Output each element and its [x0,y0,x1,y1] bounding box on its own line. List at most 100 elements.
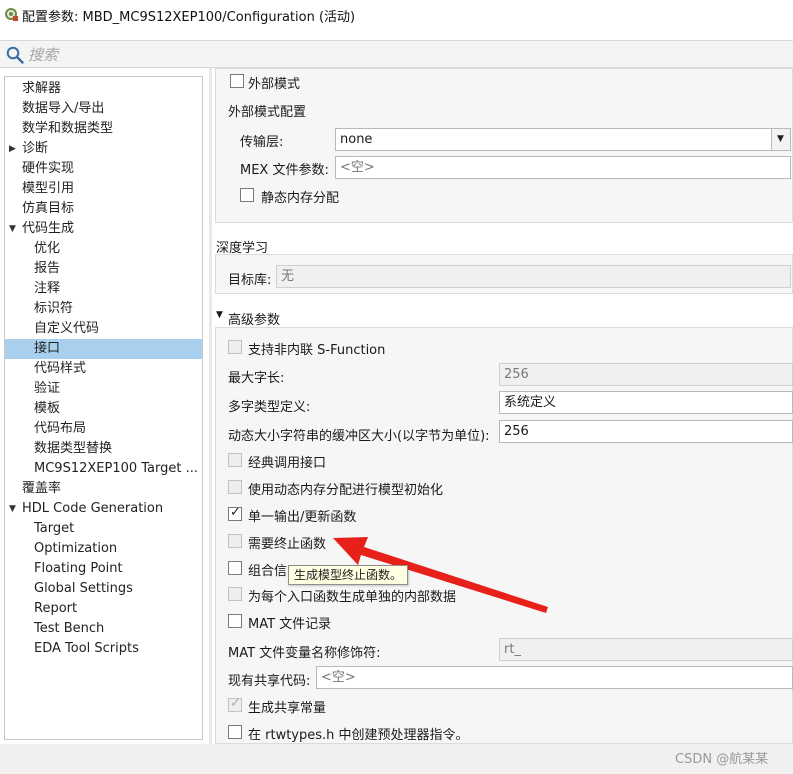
combine-signal-label: 组合信 [248,564,288,579]
mex-args-input[interactable] [335,156,791,179]
tree-item-hdl-optimization[interactable]: Optimization [5,539,202,559]
tree-item-hdl-report[interactable]: Report [5,599,202,619]
transport-dropdown-button[interactable]: ▼ [771,128,791,151]
dynamic-mem-init-label: 使用动态内存分配进行模型初始化 [248,483,444,498]
tree-item-label: 注释 [34,281,61,296]
category-tree: 求解器 数据导入/导出 数学和数据类型 ▶ 诊断 硬件实现 模型引用 仿真目标 ▼… [4,76,203,740]
classic-call-interface-checkbox[interactable] [228,453,242,467]
tooltip: 生成模型终止函数。 [288,565,409,585]
tree-item-custom-code[interactable]: 自定义代码 [5,319,202,339]
tree-item-code-generation[interactable]: ▼ 代码生成 [5,219,202,239]
tree-item-diagnostics[interactable]: ▶ 诊断 [5,139,202,159]
tree-item-label: Global Settings [34,581,133,596]
combine-signal-checkbox[interactable] [228,561,242,575]
multiword-typedef-select[interactable]: 系统定义 [499,391,793,414]
tree-item-label: 模型引用 [22,181,75,196]
tree-item-test-bench[interactable]: Test Bench [5,619,202,639]
tree-item-label: 代码样式 [34,361,87,376]
target-library-select[interactable]: 无 [276,265,791,288]
tree-item-label: Floating Point [34,561,123,576]
gen-shared-constants-label: 生成共享常量 [248,701,327,716]
tree-item-label: 诊断 [22,141,49,156]
tree-item-label: 覆盖率 [22,481,62,496]
mat-file-logging-label: MAT 文件记录 [248,617,332,632]
tree-item-sim-target[interactable]: 仿真目标 [5,199,202,219]
support-noninlined-label: 支持非内联 S-Function [248,343,386,358]
tree-item-label: 验证 [34,381,61,396]
tree-item-label: Report [34,601,78,616]
collapse-arrow-icon[interactable]: ▼ [9,219,16,239]
expand-arrow-icon[interactable]: ▶ [9,139,16,159]
separate-internal-data-checkbox[interactable] [228,587,242,601]
tree-item-interface[interactable]: 接口 [5,339,202,359]
rtwtypes-preprocessor-checkbox[interactable] [228,725,242,739]
max-word-length-field[interactable]: 256 [499,363,793,386]
terminate-function-checkbox[interactable] [228,534,242,548]
tree-item-templates[interactable]: 模板 [5,399,202,419]
single-output-update-label: 单一输出/更新函数 [248,510,357,525]
tree-item-label: 报告 [34,261,61,276]
search-input[interactable] [28,44,768,66]
tree-item-label: 代码布局 [34,421,87,436]
tree-item-label: 仿真目标 [22,201,75,216]
support-noninlined-checkbox[interactable] [228,340,242,354]
single-output-update-checkbox[interactable]: ✓ [228,505,242,521]
tree-item-label: HDL Code Generation [22,501,164,516]
collapse-arrow-icon[interactable]: ▼ [9,499,16,519]
rtwtypes-preprocessor-label: 在 rtwtypes.h 中创建预处理器指令。 [248,728,469,743]
tree-item-comments[interactable]: 注释 [5,279,202,299]
static-mem-alloc-checkbox[interactable] [240,188,254,202]
tree-item-label: 自定义代码 [34,321,100,336]
tree-item-hardware[interactable]: 硬件实现 [5,159,202,179]
terminate-function-label: 需要终止函数 [248,537,327,552]
tree-item-label: EDA Tool Scripts [34,641,139,656]
dynamic-mem-init-checkbox[interactable] [228,480,242,494]
dynamic-buffer-field[interactable]: 256 [499,420,793,443]
tree-item-identifiers[interactable]: 标识符 [5,299,202,319]
tree-item-code-style[interactable]: 代码样式 [5,359,202,379]
tree-item-label: Test Bench [34,621,105,636]
tree-item-report[interactable]: 报告 [5,259,202,279]
gen-shared-constants-checkbox[interactable]: ✓ [228,696,242,712]
advanced-params-title[interactable]: 高级参数 [228,309,280,328]
tree-item-data-import-export[interactable]: 数据导入/导出 [5,99,202,119]
tree-item-label: Target [34,521,75,536]
tree-item-label: 代码生成 [22,221,75,236]
classic-call-interface-label: 经典调用接口 [248,456,327,471]
tree-item-hdl-target[interactable]: Target [5,519,202,539]
tree-item-label: 数据类型替换 [34,441,113,456]
chevron-down-icon: ▼ [777,134,784,144]
panel-splitter[interactable] [209,68,212,744]
tree-item-code-placement[interactable]: 代码布局 [5,419,202,439]
tree-item-eda-tool-scripts[interactable]: EDA Tool Scripts [5,639,202,659]
watermark-text: CSDN @航某某 [675,752,769,767]
tree-item-verification[interactable]: 验证 [5,379,202,399]
tree-item-label: 接口 [34,341,61,356]
tree-item-solver[interactable]: 求解器 [5,79,202,99]
checkmark-icon: ✓ [230,696,241,711]
shared-code-input[interactable] [316,666,793,689]
transport-layer-select[interactable]: none [335,128,772,151]
tree-item-label: 求解器 [22,81,62,96]
tree-item-coverage[interactable]: 覆盖率 [5,479,202,499]
multiword-typedef-label: 多字类型定义: [228,400,311,415]
mat-name-modifier-field[interactable]: rt_ [499,638,793,661]
tree-item-floating-point[interactable]: Floating Point [5,559,202,579]
dynamic-buffer-label: 动态大小字符串的缓冲区大小(以字节为单位): [228,429,490,444]
tree-item-data-type-replacement[interactable]: 数据类型替换 [5,439,202,459]
tree-item-math-data-types[interactable]: 数学和数据类型 [5,119,202,139]
search-icon [6,46,24,64]
tree-item-global-settings[interactable]: Global Settings [5,579,202,599]
tree-item-optimization[interactable]: 优化 [5,239,202,259]
mat-file-logging-checkbox[interactable] [228,614,242,628]
external-mode-checkbox[interactable] [230,74,244,88]
collapse-arrow-icon[interactable]: ▼ [216,310,223,320]
tree-item-mc9s12-target[interactable]: MC9S12XEP100 Target ... [5,459,202,479]
external-mode-config-title: 外部模式配置 [228,105,307,120]
tree-item-model-reference[interactable]: 模型引用 [5,179,202,199]
tree-item-label: 数学和数据类型 [22,121,114,136]
tree-item-hdl-code-generation[interactable]: ▼ HDL Code Generation [5,499,202,519]
tree-item-label: 数据导入/导出 [22,101,105,116]
transport-layer-label: 传输层: [240,135,284,150]
settings-panel: 外部模式 外部模式配置 传输层: none ▼ MEX 文件参数: 静态内存分配… [203,68,793,744]
